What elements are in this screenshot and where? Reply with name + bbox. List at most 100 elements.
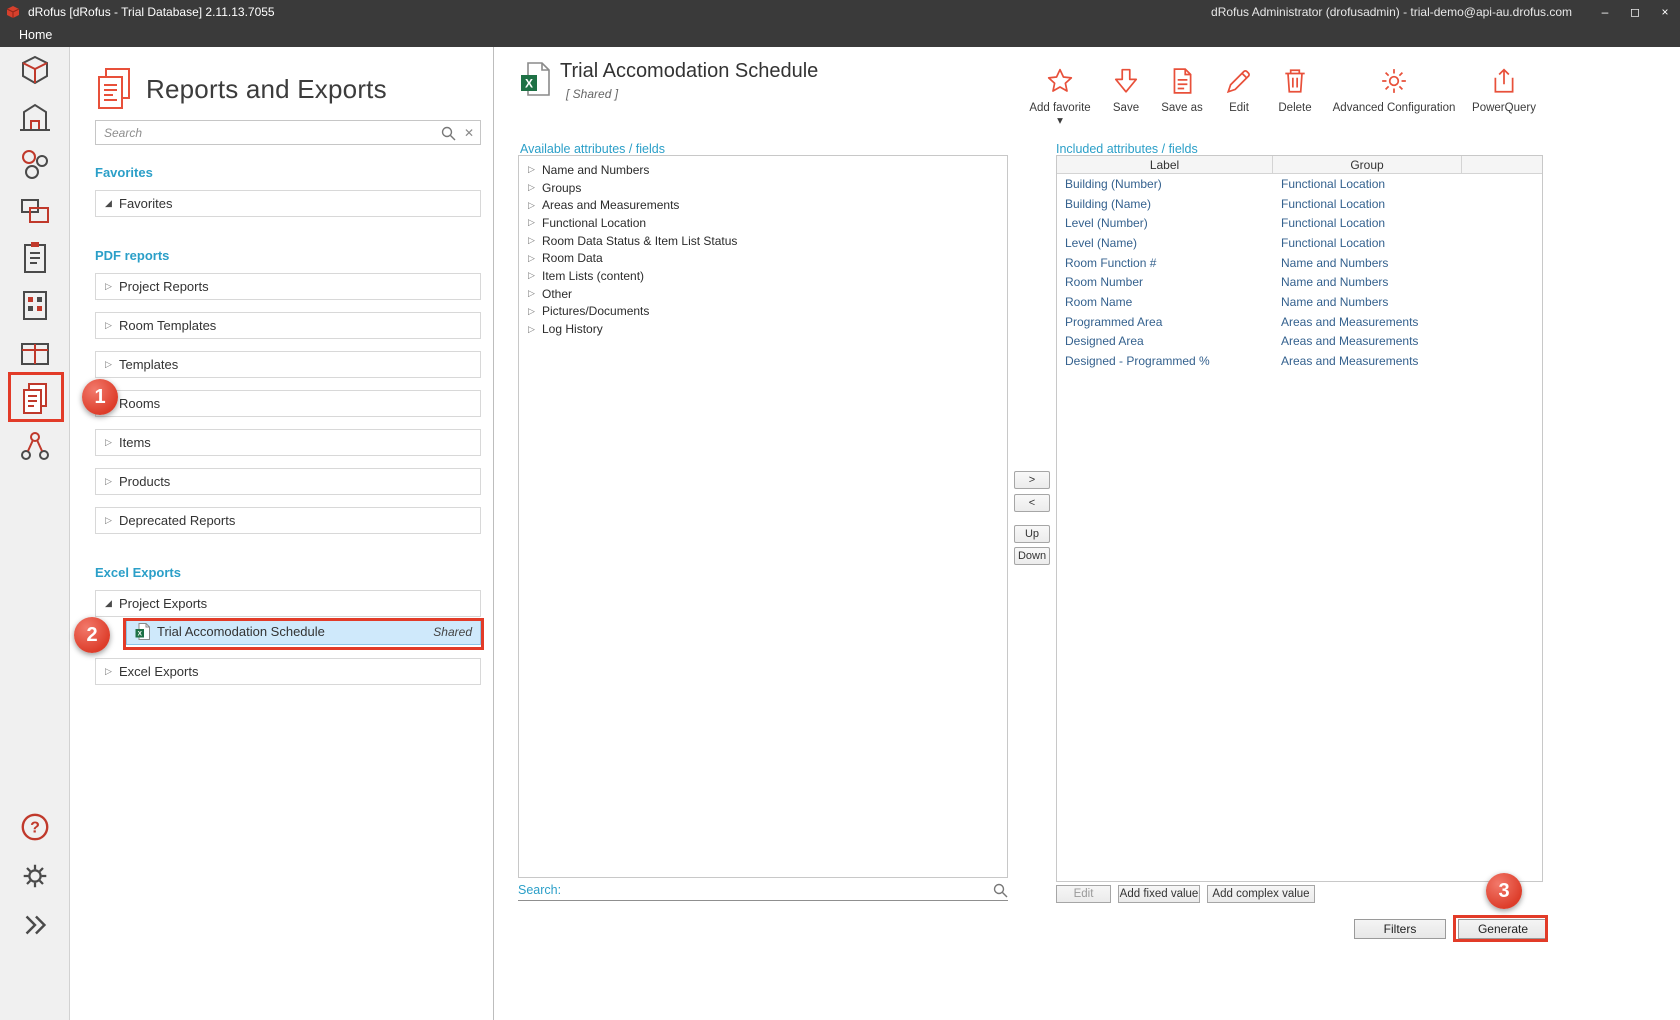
export-arrow-icon xyxy=(1490,67,1518,95)
powerquery-button[interactable]: PowerQuery xyxy=(1464,67,1544,115)
help-icon[interactable]: ? xyxy=(18,810,52,844)
add-complex-value-button[interactable]: Add complex value xyxy=(1207,885,1315,903)
tab-home[interactable]: Home xyxy=(19,28,52,42)
column-header-label[interactable]: Label xyxy=(1057,156,1273,174)
table-row[interactable]: Programmed AreaAreas and Measurements xyxy=(1057,312,1542,332)
add-fixed-value-button[interactable]: Add fixed value xyxy=(1118,885,1200,903)
annotation-rect-step1 xyxy=(8,372,64,422)
download-arrow-icon xyxy=(1112,67,1140,95)
table-row[interactable]: Level (Name)Functional Location xyxy=(1057,233,1542,253)
row-label: Deprecated Reports xyxy=(119,513,235,528)
clear-search-icon[interactable]: ✕ xyxy=(464,126,474,140)
column-header-group[interactable]: Group xyxy=(1273,156,1462,174)
search-input[interactable] xyxy=(104,126,440,140)
tree-item-label: Groups xyxy=(542,181,581,195)
project-exports-group-row[interactable]: Project Exports xyxy=(95,590,481,617)
add-attribute-button[interactable]: > xyxy=(1014,471,1050,489)
table-row[interactable]: Level (Number)Functional Location xyxy=(1057,213,1542,233)
attribute-search-input[interactable] xyxy=(567,883,986,897)
table-header: Label Group xyxy=(1057,156,1542,174)
expander-collapsed-icon xyxy=(105,359,119,370)
tree-item-label: Room Data Status & Item List Status xyxy=(542,234,737,248)
close-button[interactable]: × xyxy=(1650,0,1680,24)
tree-item-groups[interactable]: Groups xyxy=(519,179,1007,197)
tree-item-label: Room Data xyxy=(542,251,603,265)
excel-exports-group-row[interactable]: Excel Exports xyxy=(95,658,481,685)
building-icon[interactable] xyxy=(18,100,52,134)
search-icon[interactable] xyxy=(440,125,456,141)
tree-item-item-lists[interactable]: Item Lists (content) xyxy=(519,267,1007,285)
svg-text:?: ? xyxy=(30,820,40,837)
pdf-row-templates[interactable]: Templates xyxy=(95,351,481,378)
move-up-button[interactable]: Up xyxy=(1014,525,1050,543)
expander-collapsed-icon xyxy=(528,164,542,175)
advanced-configuration-button[interactable]: Advanced Configuration xyxy=(1319,67,1469,115)
cell-label: Room Name xyxy=(1057,295,1273,309)
network-icon[interactable] xyxy=(18,429,52,463)
search-icon[interactable] xyxy=(992,882,1008,898)
table-row[interactable]: Building (Number)Functional Location xyxy=(1057,174,1542,194)
pencil-icon xyxy=(1225,67,1253,95)
tree-item-functional-location[interactable]: Functional Location xyxy=(519,214,1007,232)
add-favorite-button[interactable]: Add favorite ▾ xyxy=(1028,67,1092,128)
reports-panel-header: Reports and Exports xyxy=(95,67,480,111)
cell-group: Functional Location xyxy=(1273,197,1462,211)
annotation-badge-2: 2 xyxy=(74,617,110,653)
annotation-badge-1: 1 xyxy=(82,379,118,415)
remove-attribute-button[interactable]: < xyxy=(1014,494,1050,512)
cell-group: Functional Location xyxy=(1273,236,1462,250)
tree-item-log-history[interactable]: Log History xyxy=(519,320,1007,338)
tree-item-pictures-documents[interactable]: Pictures/Documents xyxy=(519,303,1007,321)
spheres-icon[interactable] xyxy=(18,147,52,181)
edit-button[interactable]: Edit xyxy=(1217,67,1261,115)
maximize-button[interactable]: ◻ xyxy=(1620,0,1650,24)
attribute-search-bar: Search: xyxy=(518,879,1008,901)
cell-group: Areas and Measurements xyxy=(1273,354,1462,368)
pdf-row-deprecated-reports[interactable]: Deprecated Reports xyxy=(95,507,481,534)
reports-docs-icon xyxy=(95,67,133,111)
reports-panel: Reports and Exports ✕ Favorites Favorite… xyxy=(70,47,494,1020)
cell-label: Room Function # xyxy=(1057,256,1273,270)
stack-icon[interactable] xyxy=(18,194,52,228)
settings-icon[interactable] xyxy=(18,859,52,893)
expand-icon[interactable] xyxy=(18,908,52,942)
toolbar-label: Edit xyxy=(1217,102,1261,115)
tree-item-name-and-numbers[interactable]: Name and Numbers xyxy=(519,161,1007,179)
windows-icon[interactable] xyxy=(18,288,52,322)
window-title: dRofus [dRofus - Trial Database] 2.11.13… xyxy=(28,5,275,19)
pdf-row-room-templates[interactable]: Room Templates xyxy=(95,312,481,339)
annotation-rect-step2 xyxy=(123,618,484,650)
tree-item-room-data[interactable]: Room Data xyxy=(519,249,1007,267)
expander-collapsed-icon xyxy=(528,217,542,228)
filters-button[interactable]: Filters xyxy=(1354,919,1446,939)
toolbar-label: Add favorite ▾ xyxy=(1028,102,1092,128)
table-row[interactable]: Room NameName and Numbers xyxy=(1057,292,1542,312)
cube-icon[interactable] xyxy=(18,53,52,87)
delete-button[interactable]: Delete xyxy=(1271,67,1319,115)
cell-group: Name and Numbers xyxy=(1273,256,1462,270)
table-row[interactable]: Designed AreaAreas and Measurements xyxy=(1057,332,1542,352)
table-row[interactable]: Room NumberName and Numbers xyxy=(1057,272,1542,292)
expander-collapsed-icon xyxy=(105,281,119,292)
clipboard-icon[interactable] xyxy=(18,241,52,275)
tree-item-room-data-status[interactable]: Room Data Status & Item List Status xyxy=(519,232,1007,250)
package-icon[interactable] xyxy=(18,335,52,369)
pdf-row-project-reports[interactable]: Project Reports xyxy=(95,273,481,300)
save-button[interactable]: Save xyxy=(1102,67,1150,115)
toolbar-label: PowerQuery xyxy=(1464,102,1544,115)
tree-item-areas-and-measurements[interactable]: Areas and Measurements xyxy=(519,196,1007,214)
minimize-button[interactable]: – xyxy=(1590,0,1620,24)
table-row[interactable]: Building (Name)Functional Location xyxy=(1057,194,1542,214)
pdf-row-products[interactable]: Products xyxy=(95,468,481,495)
tree-item-other[interactable]: Other xyxy=(519,285,1007,303)
pdf-row-items[interactable]: Items xyxy=(95,429,481,456)
table-row[interactable]: Room Function #Name and Numbers xyxy=(1057,253,1542,273)
edit-value-button[interactable]: Edit xyxy=(1056,885,1111,903)
cell-label: Room Number xyxy=(1057,275,1273,289)
cell-group: Name and Numbers xyxy=(1273,295,1462,309)
pdf-row-rooms[interactable]: Rooms xyxy=(95,390,481,417)
save-as-button[interactable]: Save as xyxy=(1154,67,1210,115)
move-down-button[interactable]: Down xyxy=(1014,547,1050,565)
favorites-group-row[interactable]: Favorites xyxy=(95,190,481,217)
table-row[interactable]: Designed - Programmed %Areas and Measure… xyxy=(1057,351,1542,371)
